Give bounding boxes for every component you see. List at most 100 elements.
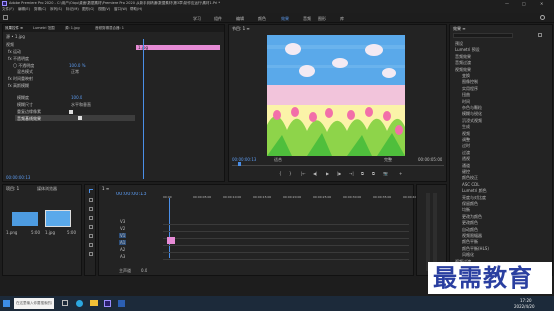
effects-tree-item[interactable]: 调整 bbox=[462, 137, 547, 142]
effects-tree-item[interactable]: 音频过渡 bbox=[455, 60, 547, 65]
track-header-label[interactable]: A1 bbox=[119, 240, 127, 245]
play-button[interactable]: ▶ bbox=[326, 171, 329, 176]
tab-lumetri-scopes[interactable]: Lumetri 范围 bbox=[33, 26, 55, 31]
tab-project[interactable]: 项目: 1 bbox=[6, 186, 19, 191]
go-to-out-button[interactable]: →| bbox=[349, 171, 354, 176]
button-editor-button[interactable]: + bbox=[399, 171, 402, 176]
edge-icon[interactable] bbox=[76, 300, 83, 307]
home-icon[interactable] bbox=[3, 15, 8, 20]
effects-tree-item[interactable]: 颜色平衡 bbox=[462, 239, 547, 244]
project-item-thumb-2[interactable] bbox=[45, 210, 71, 227]
workspace-audio[interactable]: 音频 bbox=[303, 16, 311, 21]
workspace-assembly[interactable]: 组件 bbox=[214, 16, 222, 21]
effects-tree-item[interactable]: ASC CDL bbox=[462, 182, 547, 187]
eyedropper-icon[interactable] bbox=[78, 116, 82, 120]
menu-file[interactable]: 文件(F) bbox=[2, 7, 14, 12]
row-opacity-value[interactable]: 100.0 % bbox=[69, 63, 86, 68]
tab-effects[interactable]: 效果 ≡ bbox=[453, 26, 466, 31]
explorer-icon[interactable] bbox=[90, 300, 98, 306]
effects-tree-item[interactable]: 预设 bbox=[455, 41, 547, 46]
tab-effect-controls[interactable]: 效果控件 ≡ bbox=[5, 26, 23, 31]
tab-program[interactable]: 节目: 1 ≡ bbox=[232, 26, 250, 31]
track-header-label[interactable]: A3 bbox=[119, 254, 126, 259]
effects-tree-item[interactable]: 键控 bbox=[462, 169, 547, 174]
section-gaussian-blur[interactable]: fx 高斯模糊 bbox=[8, 83, 29, 88]
effects-tree-item[interactable]: 通道 bbox=[462, 163, 547, 168]
effects-tree-item[interactable]: 实用程序 bbox=[462, 86, 547, 91]
effects-tree-item[interactable]: 视频限幅器 bbox=[462, 233, 547, 238]
hand-icon[interactable] bbox=[89, 243, 93, 247]
menu-clip[interactable]: 剪辑(C) bbox=[34, 7, 46, 12]
row-blurriness-value[interactable]: 100.0 bbox=[71, 95, 82, 100]
slip-icon[interactable] bbox=[89, 225, 93, 229]
minimize-button[interactable]: — bbox=[505, 1, 509, 6]
tab-audio-clip-mixer[interactable]: 音频剪辑混合器: 1 bbox=[95, 26, 124, 31]
repeat-edge-checkbox[interactable] bbox=[69, 110, 73, 114]
effects-tree-item[interactable]: 自动颜色 bbox=[462, 227, 547, 232]
effects-tree-item[interactable]: 风格化 bbox=[462, 252, 547, 257]
windows-start-icon[interactable] bbox=[3, 300, 10, 307]
tab-timeline[interactable]: 1 ≡ bbox=[102, 186, 109, 191]
workspace-learn[interactable]: 学习 bbox=[193, 16, 201, 21]
effects-tree-item[interactable]: 更改颜色 bbox=[462, 220, 547, 225]
effects-tree-item[interactable]: 时间 bbox=[462, 99, 547, 104]
effects-tree-item[interactable]: 音频效果 bbox=[455, 54, 547, 59]
timeline-ruler[interactable]: 00:00 00:00:05:00 00:00:10:00 00:00:15:00 00… bbox=[163, 195, 421, 203]
effects-tree-item[interactable]: 过渡 bbox=[462, 150, 547, 155]
program-playhead-icon[interactable] bbox=[238, 162, 241, 166]
pen-icon[interactable] bbox=[89, 234, 93, 238]
row-dimensions-value[interactable]: 水平和垂直 bbox=[71, 102, 91, 107]
track-header-label[interactable]: V1 bbox=[119, 233, 127, 238]
taskbar-search-input[interactable]: 在这里输入你要搜索的内容 bbox=[14, 298, 54, 309]
program-quality-dropdown[interactable]: 完整 bbox=[384, 157, 392, 162]
workspace-graphics[interactable]: 图形 bbox=[318, 16, 326, 21]
premiere-taskbar-icon[interactable] bbox=[104, 300, 111, 307]
tab-source[interactable]: 源: 1.jpg bbox=[65, 26, 80, 31]
effects-tree-item[interactable]: 视频 bbox=[462, 131, 547, 136]
workspace-editing[interactable]: 编辑 bbox=[236, 16, 244, 21]
close-button[interactable]: ✕ bbox=[540, 1, 543, 6]
effects-tree-item[interactable]: 颜色平衡(HLS) bbox=[462, 246, 547, 251]
menu-edit[interactable]: 编辑(E) bbox=[18, 7, 30, 12]
task-view-icon[interactable] bbox=[62, 300, 68, 306]
selection-tool-icon[interactable] bbox=[89, 189, 93, 193]
workspace-effects[interactable]: 效果 bbox=[281, 16, 289, 21]
program-timecode-left[interactable]: 00:00:00:13 bbox=[232, 157, 256, 162]
effects-tree-item[interactable]: Lumetri 颜色 bbox=[462, 188, 547, 193]
effects-tree-item[interactable]: 透视 bbox=[462, 156, 547, 161]
export-frame-button[interactable]: 📷 bbox=[383, 171, 388, 176]
workspace-libraries[interactable]: 库 bbox=[340, 16, 344, 21]
effects-tree-item[interactable]: 图像控制 bbox=[462, 79, 547, 84]
effects-tree-item[interactable]: 沉浸式视频 bbox=[462, 118, 547, 123]
razor-icon[interactable] bbox=[89, 216, 93, 220]
menu-help[interactable]: 帮助(H) bbox=[130, 7, 142, 12]
search-icon[interactable] bbox=[540, 15, 545, 20]
mark-in-button[interactable]: { bbox=[279, 171, 282, 176]
effects-tree-item[interactable]: 杂色与颗粒 bbox=[462, 105, 547, 110]
program-scrub-bar[interactable] bbox=[232, 165, 444, 166]
tab-media-browser[interactable]: 媒体浏览器 bbox=[37, 186, 57, 191]
project-item-thumb-1[interactable] bbox=[12, 212, 38, 226]
timeline-timecode[interactable]: 00:00:00:13 bbox=[116, 192, 147, 197]
step-forward-button[interactable]: |▶ bbox=[337, 171, 341, 176]
menu-marker[interactable]: 标记(M) bbox=[66, 7, 79, 12]
section-opacity[interactable]: fx 不透明度 bbox=[8, 56, 29, 61]
menu-window[interactable]: 窗口(W) bbox=[114, 7, 127, 12]
effects-tree-item[interactable]: 过时 bbox=[462, 143, 547, 148]
extract-button[interactable]: ⧉ bbox=[372, 171, 375, 176]
effect-controls-timecode[interactable]: 00:00:00:13 bbox=[6, 175, 30, 180]
track-select-icon[interactable] bbox=[89, 198, 93, 202]
effects-tree-item[interactable]: 变换 bbox=[462, 73, 547, 78]
effects-tree-item[interactable]: 模糊与锐化 bbox=[462, 111, 547, 116]
track-header-label[interactable]: A2 bbox=[119, 247, 126, 252]
menu-sequence[interactable]: 序列(S) bbox=[50, 7, 62, 12]
menu-view[interactable]: 视图(V) bbox=[98, 7, 110, 12]
step-back-button[interactable]: ◀| bbox=[313, 171, 317, 176]
master-track-value[interactable]: 0.0 bbox=[141, 268, 147, 273]
section-motion[interactable]: fx 运动 bbox=[8, 49, 21, 54]
track-header-label[interactable]: V3 bbox=[119, 219, 126, 224]
effects-tree-item[interactable]: Lumetri 预设 bbox=[455, 47, 547, 52]
menu-graphics[interactable]: 图形(G) bbox=[82, 7, 94, 12]
word-icon[interactable] bbox=[118, 300, 125, 307]
effects-tree-item[interactable]: 颜色校正 bbox=[462, 175, 547, 180]
